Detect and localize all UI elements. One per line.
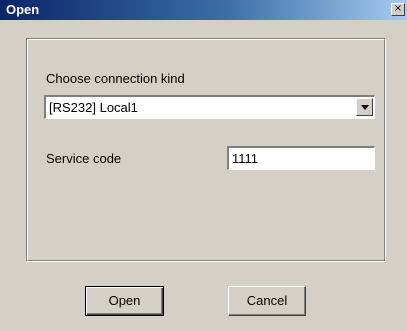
chevron-down-icon: [361, 105, 369, 110]
close-button[interactable]: ×: [391, 3, 405, 16]
connection-kind-value: [RS232] Local1: [49, 100, 138, 115]
connection-kind-select[interactable]: [RS232] Local1: [44, 95, 375, 119]
cancel-button[interactable]: Cancel: [228, 286, 306, 316]
open-button[interactable]: Open: [85, 286, 164, 316]
title-bar[interactable]: Open ×: [0, 0, 407, 20]
window-title: Open: [6, 2, 40, 17]
open-dialog: Open × Choose connection kind [RS232] Lo…: [0, 0, 407, 331]
close-icon: ×: [393, 3, 403, 14]
connection-kind-label: Choose connection kind: [46, 71, 185, 86]
service-code-input[interactable]: [227, 146, 375, 170]
service-code-label: Service code: [46, 151, 122, 166]
dropdown-button[interactable]: [356, 98, 373, 116]
